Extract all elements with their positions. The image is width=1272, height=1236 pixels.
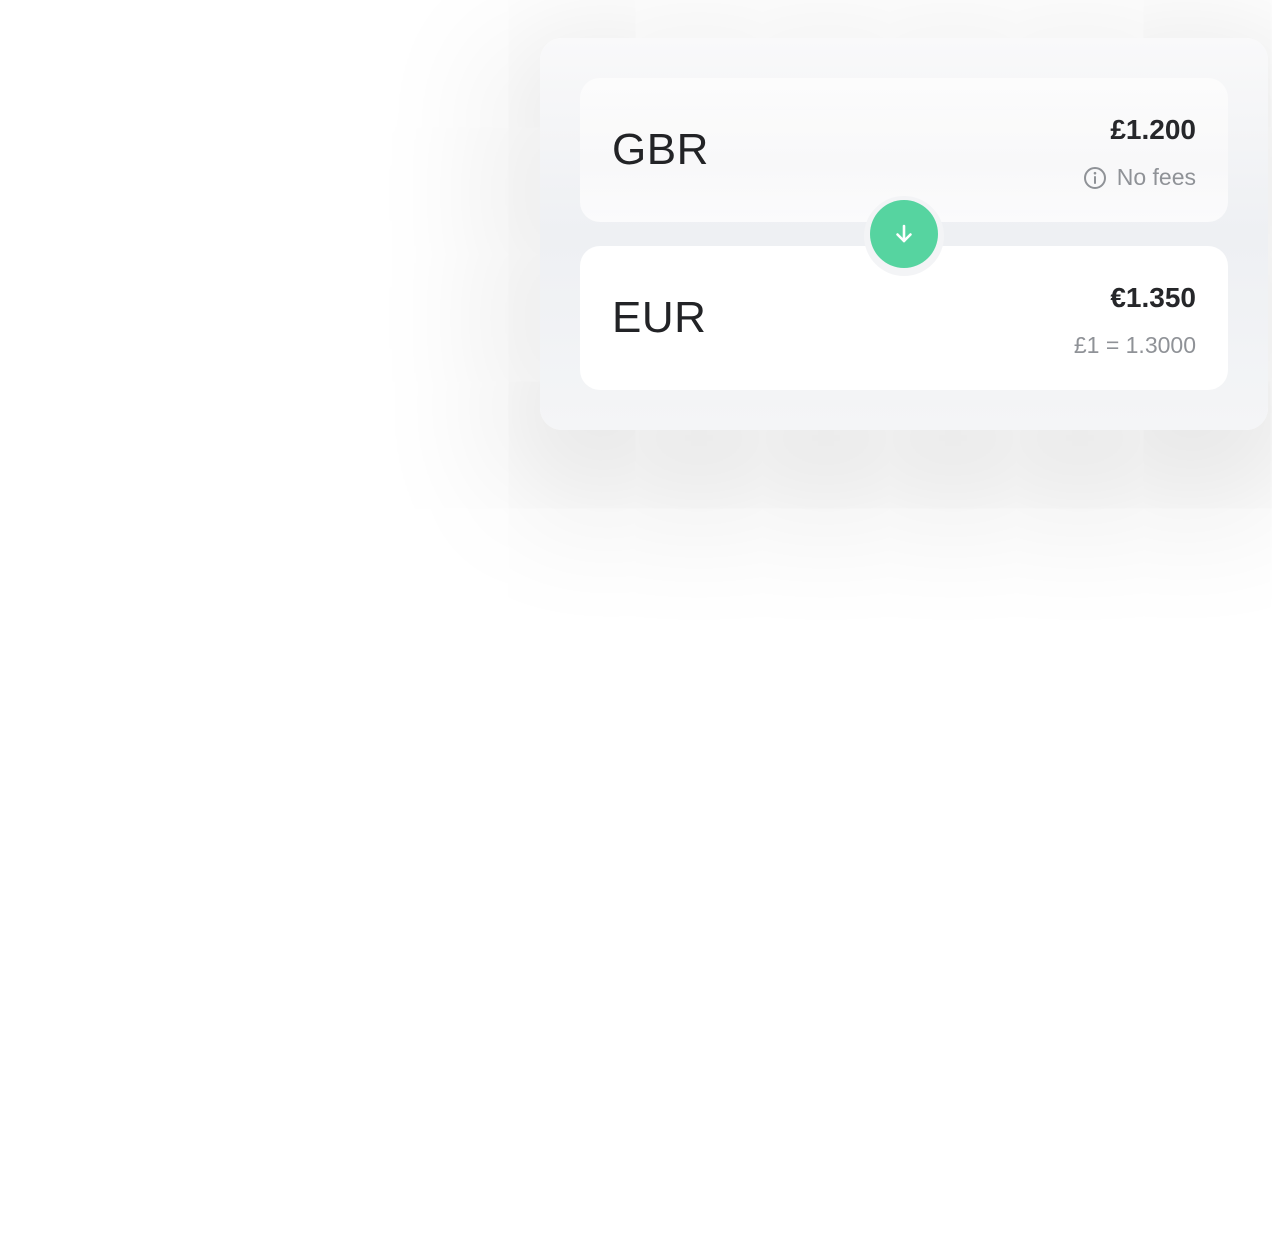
fees-note: No fees — [1083, 164, 1196, 191]
target-amount: €1.350 — [1110, 282, 1196, 313]
arrow-down-icon — [896, 224, 912, 243]
swap-button[interactable] — [870, 200, 938, 268]
source-amount: £1.200 — [1110, 114, 1196, 145]
exchange-rate: £1 = 1.3000 — [1073, 332, 1196, 358]
fees-note-text: No fees — [1116, 164, 1196, 190]
source-currency-code: GBR — [612, 125, 709, 174]
page: GBR £1.200 No fees EUR €1.350 £1 = 1.300… — [0, 0, 1272, 1236]
info-circle-icon[interactable] — [1083, 166, 1107, 190]
target-currency-code: EUR — [612, 293, 707, 342]
currency-converter-panel: GBR £1.200 No fees EUR €1.350 £1 = 1.300… — [540, 38, 1268, 430]
